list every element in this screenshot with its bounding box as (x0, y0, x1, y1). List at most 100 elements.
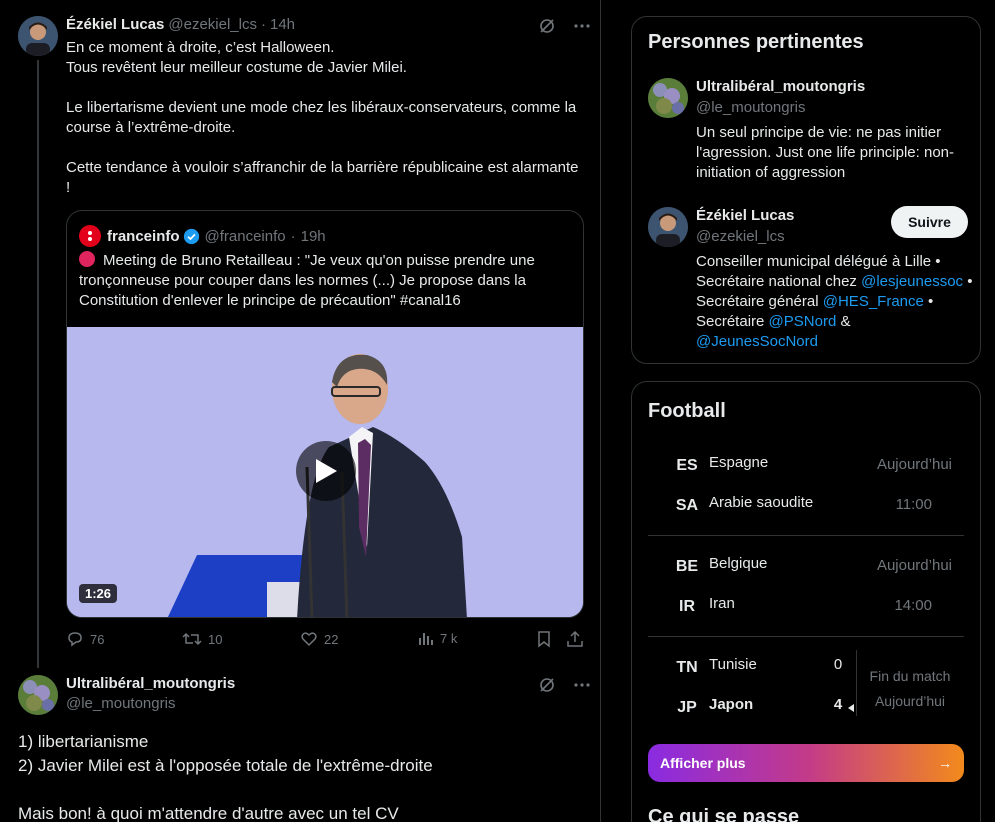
person-ezekiel[interactable]: Ézékiel Lucas @ezekiel_lcs Suivre Consei… (648, 206, 972, 357)
match-status: Fin du match (869, 668, 951, 684)
quote-text: Meeting de Bruno Retailleau : "Je veux q… (79, 251, 571, 311)
team-name: Iran (709, 595, 735, 612)
video-duration: 1:26 (79, 584, 118, 603)
thread-connector (37, 60, 39, 668)
repost-icon (182, 632, 202, 646)
views-icon (419, 633, 433, 645)
mention-link-lesjeunessoc[interactable]: @lesjeunessoc (861, 273, 963, 290)
team-code: JP (677, 699, 697, 716)
bookmark-icon (538, 631, 550, 648)
tweet2-text: 1) libertarianisme 2) Javier Milei est à… (18, 730, 588, 822)
arrow-right-icon: → (938, 755, 952, 771)
team-code: SA (675, 497, 699, 514)
follow-button[interactable]: Suivre (891, 206, 968, 238)
quote-header: franceinfo @franceinfo · 19h (79, 225, 326, 247)
avatar-moutongris[interactable] (18, 675, 58, 715)
match-tunisie-japon[interactable]: TN Tunisie 0 JP Japon 4 Fin du match Auj… (648, 650, 964, 736)
play-button[interactable] (296, 441, 356, 501)
like-count: 22 (324, 631, 339, 647)
quoted-tweet[interactable]: franceinfo @franceinfo · 19h Meeting de … (66, 210, 584, 618)
relevant-people-card: Personnes pertinentes Ultralibéral_mouto… (631, 16, 981, 364)
team-name: Espagne (709, 454, 769, 471)
tweet2-author-name[interactable]: Ultralibéral_moutongris (66, 675, 235, 692)
tweet1-text: En ce moment à droite, c’est Halloween. … (66, 38, 586, 198)
reply-icon (68, 632, 82, 647)
video-player[interactable]: 1:26 (67, 327, 583, 617)
tweet1-author-name[interactable]: Ézékiel Lucas (66, 16, 164, 33)
bookmark-button[interactable] (536, 630, 552, 648)
team-code: ES (676, 457, 698, 474)
more-options-icon[interactable] (574, 24, 590, 28)
avatar-ezekiel[interactable] (18, 16, 58, 56)
timeline-column: Ézékiel Lucas @ezekiel_lcs · 14h En ce m… (0, 0, 601, 822)
tweet1-actions: 76 10 22 7 k (66, 630, 586, 650)
repost-button[interactable]: 10 (182, 630, 222, 648)
grok-icon[interactable] (538, 17, 556, 35)
grok-icon[interactable] (538, 676, 556, 694)
team-code: BE (675, 558, 699, 575)
person-bio: Un seul principe de vie: ne pas initier … (696, 124, 955, 181)
mention-link-psnord[interactable]: @PSNord (769, 313, 837, 330)
person-name[interactable]: Ultralibéral_moutongris (696, 78, 865, 95)
football-card: Football ES Espagne SA Arabie saoudite A… (631, 381, 981, 822)
person-name[interactable]: Ézékiel Lucas (696, 207, 794, 224)
quote-time: 19h (300, 227, 326, 245)
team-name: Belgique (709, 555, 768, 572)
match-time: 14:00 (894, 597, 932, 614)
play-icon (316, 459, 337, 483)
tweet1-header-actions (538, 17, 590, 35)
match-espagne-arabie[interactable]: ES Espagne SA Arabie saoudite Aujourd’hu… (648, 454, 964, 534)
avatar-moutongris[interactable] (648, 78, 688, 118)
tweet2-text-content: 1) libertarianisme 2) Javier Milei est à… (18, 732, 433, 822)
tweet2-author-handle[interactable]: @le_moutongris (66, 695, 175, 712)
heart-icon (301, 632, 317, 647)
tweet2-header-actions (538, 676, 590, 694)
reply-count: 76 (90, 631, 105, 647)
winner-caret-icon (848, 704, 854, 712)
reply-button[interactable]: 76 (66, 630, 104, 648)
person-handle[interactable]: @ezekiel_lcs (696, 228, 785, 245)
more-options-icon[interactable] (574, 683, 590, 687)
tweet1-header: Ézékiel Lucas @ezekiel_lcs · 14h (66, 16, 295, 33)
divider (648, 636, 964, 637)
share-icon (567, 630, 583, 647)
match-time: 11:00 (895, 496, 932, 513)
views-button[interactable]: 7 k (418, 630, 457, 646)
match-belgique-iran[interactable]: BE Belgique IR Iran Aujourd’hui 14:00 (648, 555, 964, 635)
person-bio: Conseiller municipal délégué à Lille • S… (696, 252, 976, 352)
tweet1-time[interactable]: 14h (270, 16, 295, 33)
separator-dot: · (260, 16, 266, 33)
match-date: Aujourd’hui (874, 693, 946, 709)
like-button[interactable]: 22 (300, 630, 338, 648)
match-date: Aujourd’hui (876, 557, 952, 574)
quote-text-content: Meeting de Bruno Retailleau : "Je veux q… (79, 252, 535, 309)
views-count: 7 k (440, 630, 458, 646)
tweet2-header: Ultralibéral_moutongris (66, 675, 235, 692)
tweet1-author-handle[interactable]: @ezekiel_lcs (168, 16, 257, 33)
quote-author-handle: @franceinfo (204, 227, 286, 245)
football-title: Football (648, 400, 726, 422)
mention-link-jeunessocnord[interactable]: @JeunesSocNord (696, 333, 818, 350)
verified-badge-icon (183, 228, 200, 245)
show-more-button[interactable]: Afficher plus → (648, 744, 964, 782)
franceinfo-logo-icon (79, 225, 101, 247)
divider (648, 535, 964, 536)
bio-text: & (836, 313, 851, 330)
tweet1-text-content: En ce moment à droite, c’est Halloween. … (66, 39, 579, 196)
whats-happening-title: Ce qui se passe (648, 806, 800, 822)
share-button[interactable] (566, 630, 584, 648)
team-code: TN (676, 659, 698, 676)
separator-dot: · (290, 227, 296, 245)
relevant-people-title: Personnes pertinentes (648, 31, 864, 53)
red-circle-icon (79, 251, 95, 267)
match-date: Aujourd’hui (876, 456, 952, 473)
mention-link-hes-france[interactable]: @HES_France (823, 293, 924, 310)
person-moutongris[interactable]: Ultralibéral_moutongris @le_moutongris U… (648, 78, 968, 188)
team-score: 4 (833, 696, 843, 713)
show-more-label: Afficher plus (660, 755, 746, 771)
team-score: 0 (833, 656, 843, 673)
repost-count: 10 (208, 631, 223, 647)
person-handle[interactable]: @le_moutongris (696, 99, 805, 116)
avatar-ezekiel[interactable] (648, 207, 688, 247)
quote-author-name: franceinfo (107, 227, 180, 245)
